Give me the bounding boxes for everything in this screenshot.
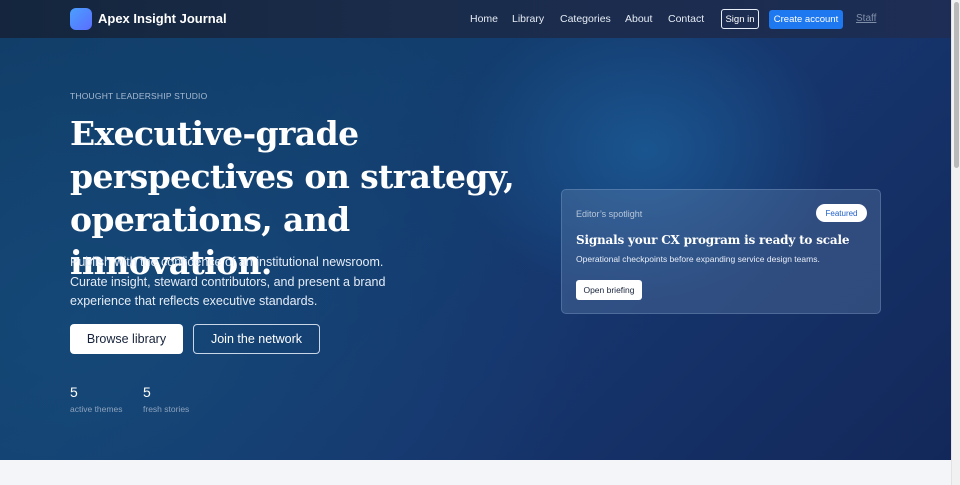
featured-badge: Featured [816,204,867,222]
page-scrollbar[interactable] [951,0,960,485]
top-navbar: Apex Insight Journal Home Library Catego… [0,0,951,38]
brand-name[interactable]: Apex Insight Journal [98,11,227,26]
stat-themes-label: active themes [70,404,123,414]
nav-categories-link[interactable]: Categories [560,13,611,25]
scrollbar-thumb[interactable] [954,2,959,168]
hero-section: Apex Insight Journal Home Library Catego… [0,0,951,460]
nav-contact-link[interactable]: Contact [668,13,704,25]
nav-library-link[interactable]: Library [512,13,544,25]
page: Apex Insight Journal Home Library Catego… [0,0,951,485]
hero-eyebrow: THOUGHT LEADERSHIP STUDIO [70,91,208,101]
stat-stories-value: 5 [143,384,151,400]
editor-spotlight-card: Editor’s spotlight Featured Signals your… [561,189,881,314]
open-briefing-button[interactable]: Open briefing [576,280,642,300]
spotlight-kicker: Editor’s spotlight [576,209,643,219]
spotlight-subtitle: Operational checkpoints before expanding… [576,254,820,264]
browse-library-button[interactable]: Browse library [70,324,183,354]
nav-about-link[interactable]: About [625,13,652,25]
stat-themes-value: 5 [70,384,78,400]
join-network-button[interactable]: Join the network [193,324,320,354]
create-account-button[interactable]: Create account [769,10,843,29]
staff-link[interactable]: Staff [856,13,876,24]
logo-icon[interactable] [70,8,92,30]
spotlight-title[interactable]: Signals your CX program is ready to scal… [576,233,849,247]
sign-in-button[interactable]: Sign in [721,9,759,29]
stat-stories-label: fresh stories [143,404,190,414]
hero-lede: Publish with the confidence of an instit… [70,255,386,308]
nav-home-link[interactable]: Home [470,13,498,25]
below-fold-section [0,460,951,485]
